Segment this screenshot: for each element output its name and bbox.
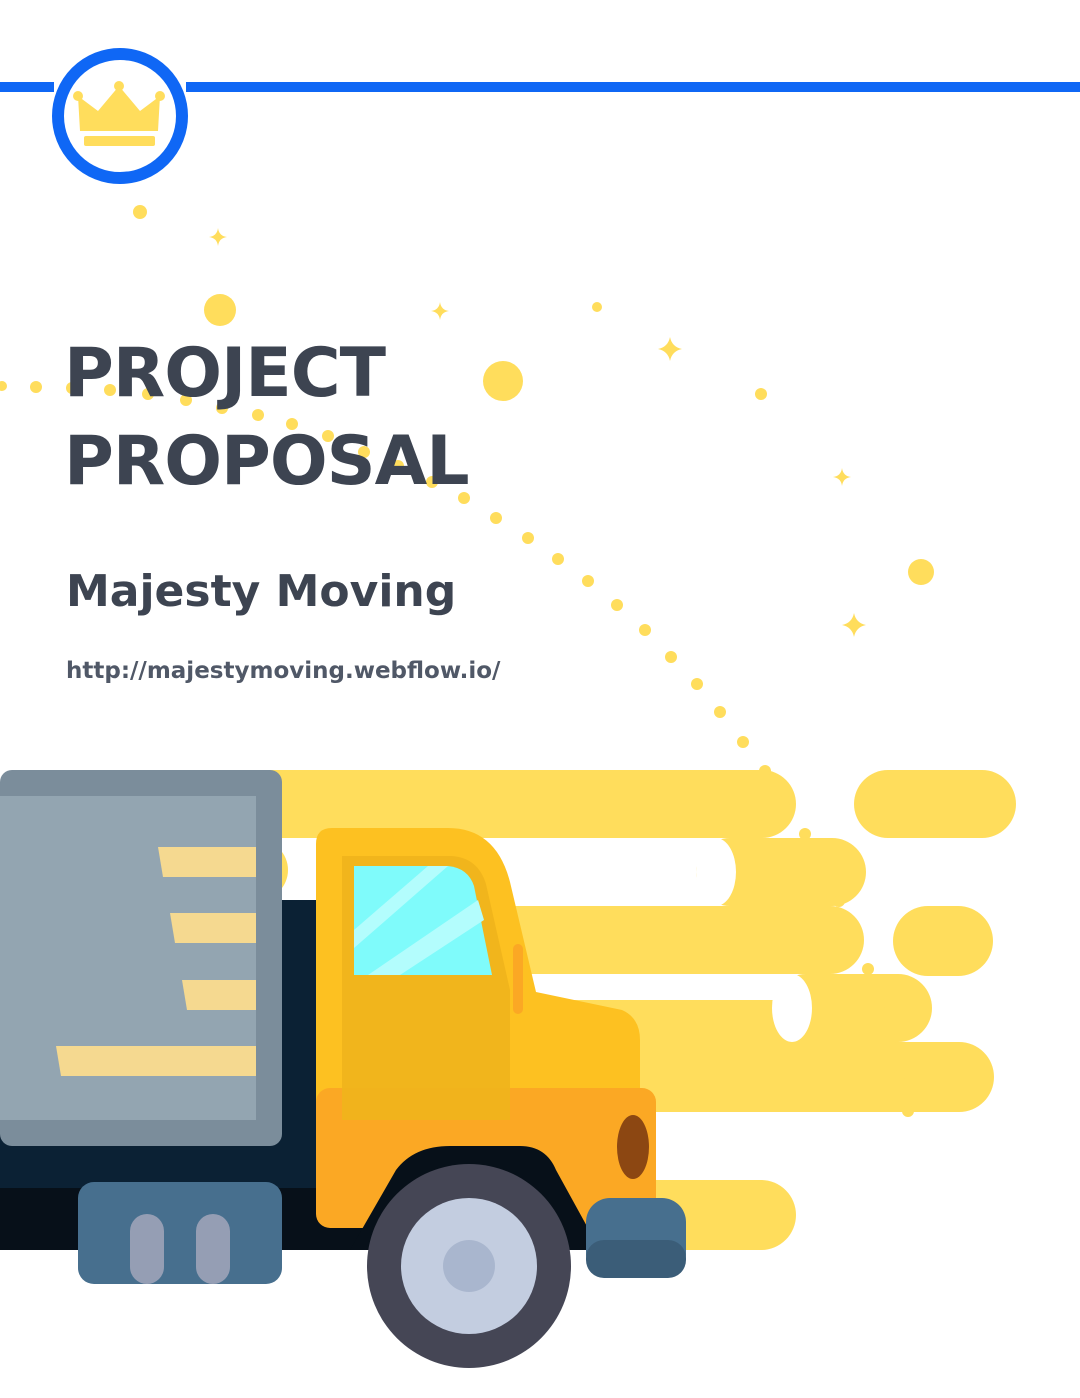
title-line-2: PROPOSAL xyxy=(64,422,470,501)
moving-truck-illustration xyxy=(0,770,686,1368)
proposal-title: PROJECT PROPOSAL xyxy=(64,330,470,506)
cover-artwork xyxy=(0,48,1080,1368)
website-url[interactable]: http://majestymoving.webflow.io/ xyxy=(66,658,500,684)
proposal-cover: PROJECT PROPOSAL Majesty Moving http://m… xyxy=(0,0,1080,1398)
title-line-1: PROJECT xyxy=(64,334,386,413)
company-name: Majesty Moving xyxy=(66,566,457,617)
crown-icon xyxy=(52,48,188,184)
